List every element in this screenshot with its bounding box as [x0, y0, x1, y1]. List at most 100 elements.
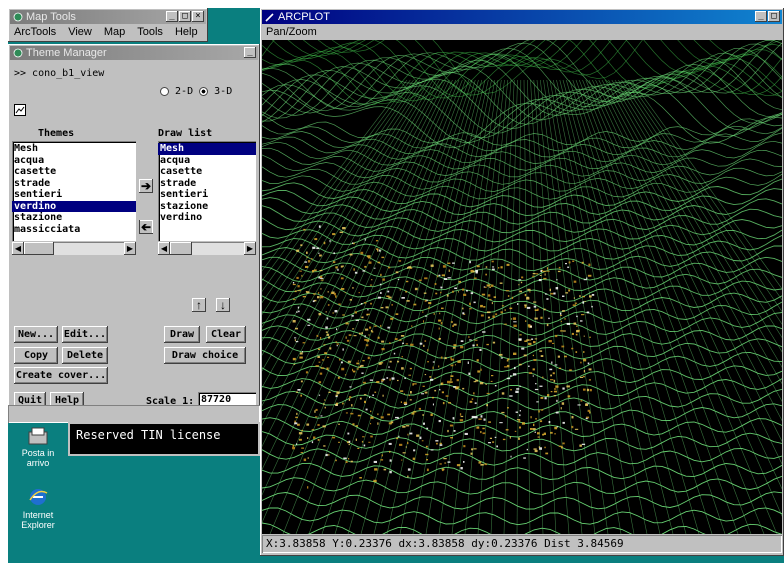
menu-help[interactable]: Help — [175, 25, 198, 39]
move-up-arrow-icon[interactable]: ↑ — [192, 298, 206, 312]
theme-manager-titlebar[interactable]: Theme Manager _ — [10, 46, 258, 60]
building-mark — [345, 322, 349, 325]
themes-list-item[interactable]: massicciata — [12, 224, 136, 236]
draw-list-item[interactable]: sentieri — [158, 189, 256, 201]
building-mark — [500, 357, 503, 359]
scroll-thumb[interactable] — [24, 242, 54, 255]
maximize-icon[interactable]: □ — [768, 11, 780, 22]
building-mark — [591, 305, 593, 308]
building-mark — [537, 432, 540, 435]
scroll-right-icon[interactable]: ▶ — [124, 242, 136, 255]
remove-from-draw-list-arrow-icon[interactable]: ➔ — [139, 220, 153, 234]
building-mark — [532, 354, 534, 357]
desktop-icon-inbox[interactable]: Posta in arrivo — [8, 426, 68, 468]
menu-view[interactable]: View — [68, 25, 92, 39]
themes-list-item[interactable]: stazione — [12, 212, 136, 224]
radio-2d[interactable] — [160, 86, 169, 96]
edit-button[interactable]: Edit... — [62, 326, 108, 343]
minimize-icon[interactable]: _ — [755, 11, 767, 22]
building-mark — [464, 432, 468, 435]
building-mark — [314, 410, 316, 413]
map-canvas[interactable] — [262, 40, 782, 534]
delete-button[interactable]: Delete — [62, 347, 108, 364]
building-mark — [383, 468, 387, 471]
menu-tools[interactable]: Tools — [137, 25, 163, 39]
building-mark — [320, 295, 324, 299]
create-cover-button[interactable]: Create cover... — [14, 367, 108, 384]
building-mark — [576, 325, 578, 327]
building-mark — [450, 375, 454, 377]
desktop-icon-internet-explorer[interactable]: Internet Explorer — [8, 486, 68, 530]
scroll-left-icon[interactable]: ◀ — [158, 242, 170, 255]
new-button[interactable]: New... — [14, 326, 58, 343]
minimize-icon[interactable]: _ — [244, 47, 256, 58]
building-mark — [381, 348, 385, 351]
building-mark — [430, 413, 433, 416]
building-mark — [318, 252, 320, 254]
draw-list-item[interactable]: verdino — [158, 212, 256, 224]
scroll-left-icon[interactable]: ◀ — [12, 242, 24, 255]
menu-map[interactable]: Map — [104, 25, 125, 39]
minimize-icon[interactable]: _ — [166, 11, 178, 22]
menu-arctools[interactable]: ArcTools — [14, 25, 56, 39]
draw-list-item[interactable]: casette — [158, 166, 256, 178]
building-mark — [407, 433, 409, 436]
themes-list-item[interactable]: sentieri — [12, 189, 136, 201]
themes-list-item[interactable]: Mesh — [12, 143, 136, 155]
building-mark — [419, 436, 422, 440]
building-mark — [447, 461, 451, 463]
themes-list-item[interactable]: acqua — [12, 155, 136, 167]
building-mark — [344, 374, 347, 376]
radio-3d[interactable] — [199, 86, 209, 96]
building-mark — [460, 467, 463, 470]
maximize-icon[interactable]: □ — [179, 11, 191, 22]
building-mark — [357, 360, 359, 362]
menu-pan-zoom[interactable]: Pan/Zoom — [266, 25, 317, 39]
building-mark — [496, 445, 498, 448]
draw-list-item[interactable]: stazione — [158, 201, 256, 213]
building-mark — [519, 414, 521, 417]
draw-list-item-selected[interactable]: Mesh — [158, 143, 256, 155]
move-down-arrow-icon[interactable]: ↓ — [216, 298, 230, 312]
copy-button[interactable]: Copy — [14, 347, 58, 364]
draw-list-item[interactable]: acqua — [158, 155, 256, 167]
building-mark — [332, 436, 336, 439]
building-mark — [356, 368, 359, 370]
building-mark — [366, 313, 370, 315]
themes-list-item[interactable]: casette — [12, 166, 136, 178]
add-to-draw-list-arrow-icon[interactable]: ➔ — [139, 179, 153, 193]
scroll-right-icon[interactable]: ▶ — [244, 242, 256, 255]
draw-button[interactable]: Draw — [164, 326, 200, 343]
themes-hscrollbar[interactable]: ◀ ▶ — [12, 242, 136, 255]
themes-list[interactable]: Mesh acqua casette strade sentieri verdi… — [12, 141, 136, 241]
close-icon[interactable]: × — [192, 11, 204, 22]
themes-list-item-selected[interactable]: verdino — [12, 200, 136, 212]
building-mark — [361, 316, 364, 319]
scroll-thumb[interactable] — [170, 242, 192, 255]
draw-list-item[interactable]: strade — [158, 178, 256, 190]
draw-choice-button[interactable]: Draw choice — [164, 347, 246, 364]
building-mark — [583, 370, 585, 373]
building-mark — [347, 432, 350, 435]
building-mark — [583, 279, 587, 281]
building-mark — [463, 461, 465, 463]
building-mark — [344, 292, 346, 294]
building-mark — [581, 443, 586, 445]
legend-icon[interactable] — [14, 104, 26, 116]
map-tools-titlebar[interactable]: Map Tools _ □ × — [10, 10, 206, 24]
arcplot-titlebar[interactable]: ARCPLOT _ □ — [262, 10, 782, 24]
building-mark — [306, 251, 308, 254]
building-mark — [483, 306, 486, 308]
building-mark — [363, 381, 366, 384]
draw-list-hscrollbar[interactable]: ◀ ▶ — [158, 242, 256, 255]
building-mark — [305, 265, 309, 268]
building-mark — [361, 332, 363, 335]
clear-button[interactable]: Clear — [206, 326, 246, 343]
building-mark — [531, 338, 534, 340]
themes-list-item[interactable]: strade — [12, 178, 136, 190]
building-mark — [354, 271, 358, 274]
building-mark — [515, 411, 518, 413]
draw-list[interactable]: Mesh acqua casette strade sentieri stazi… — [158, 141, 256, 241]
building-mark — [388, 422, 392, 425]
building-mark — [404, 377, 406, 379]
